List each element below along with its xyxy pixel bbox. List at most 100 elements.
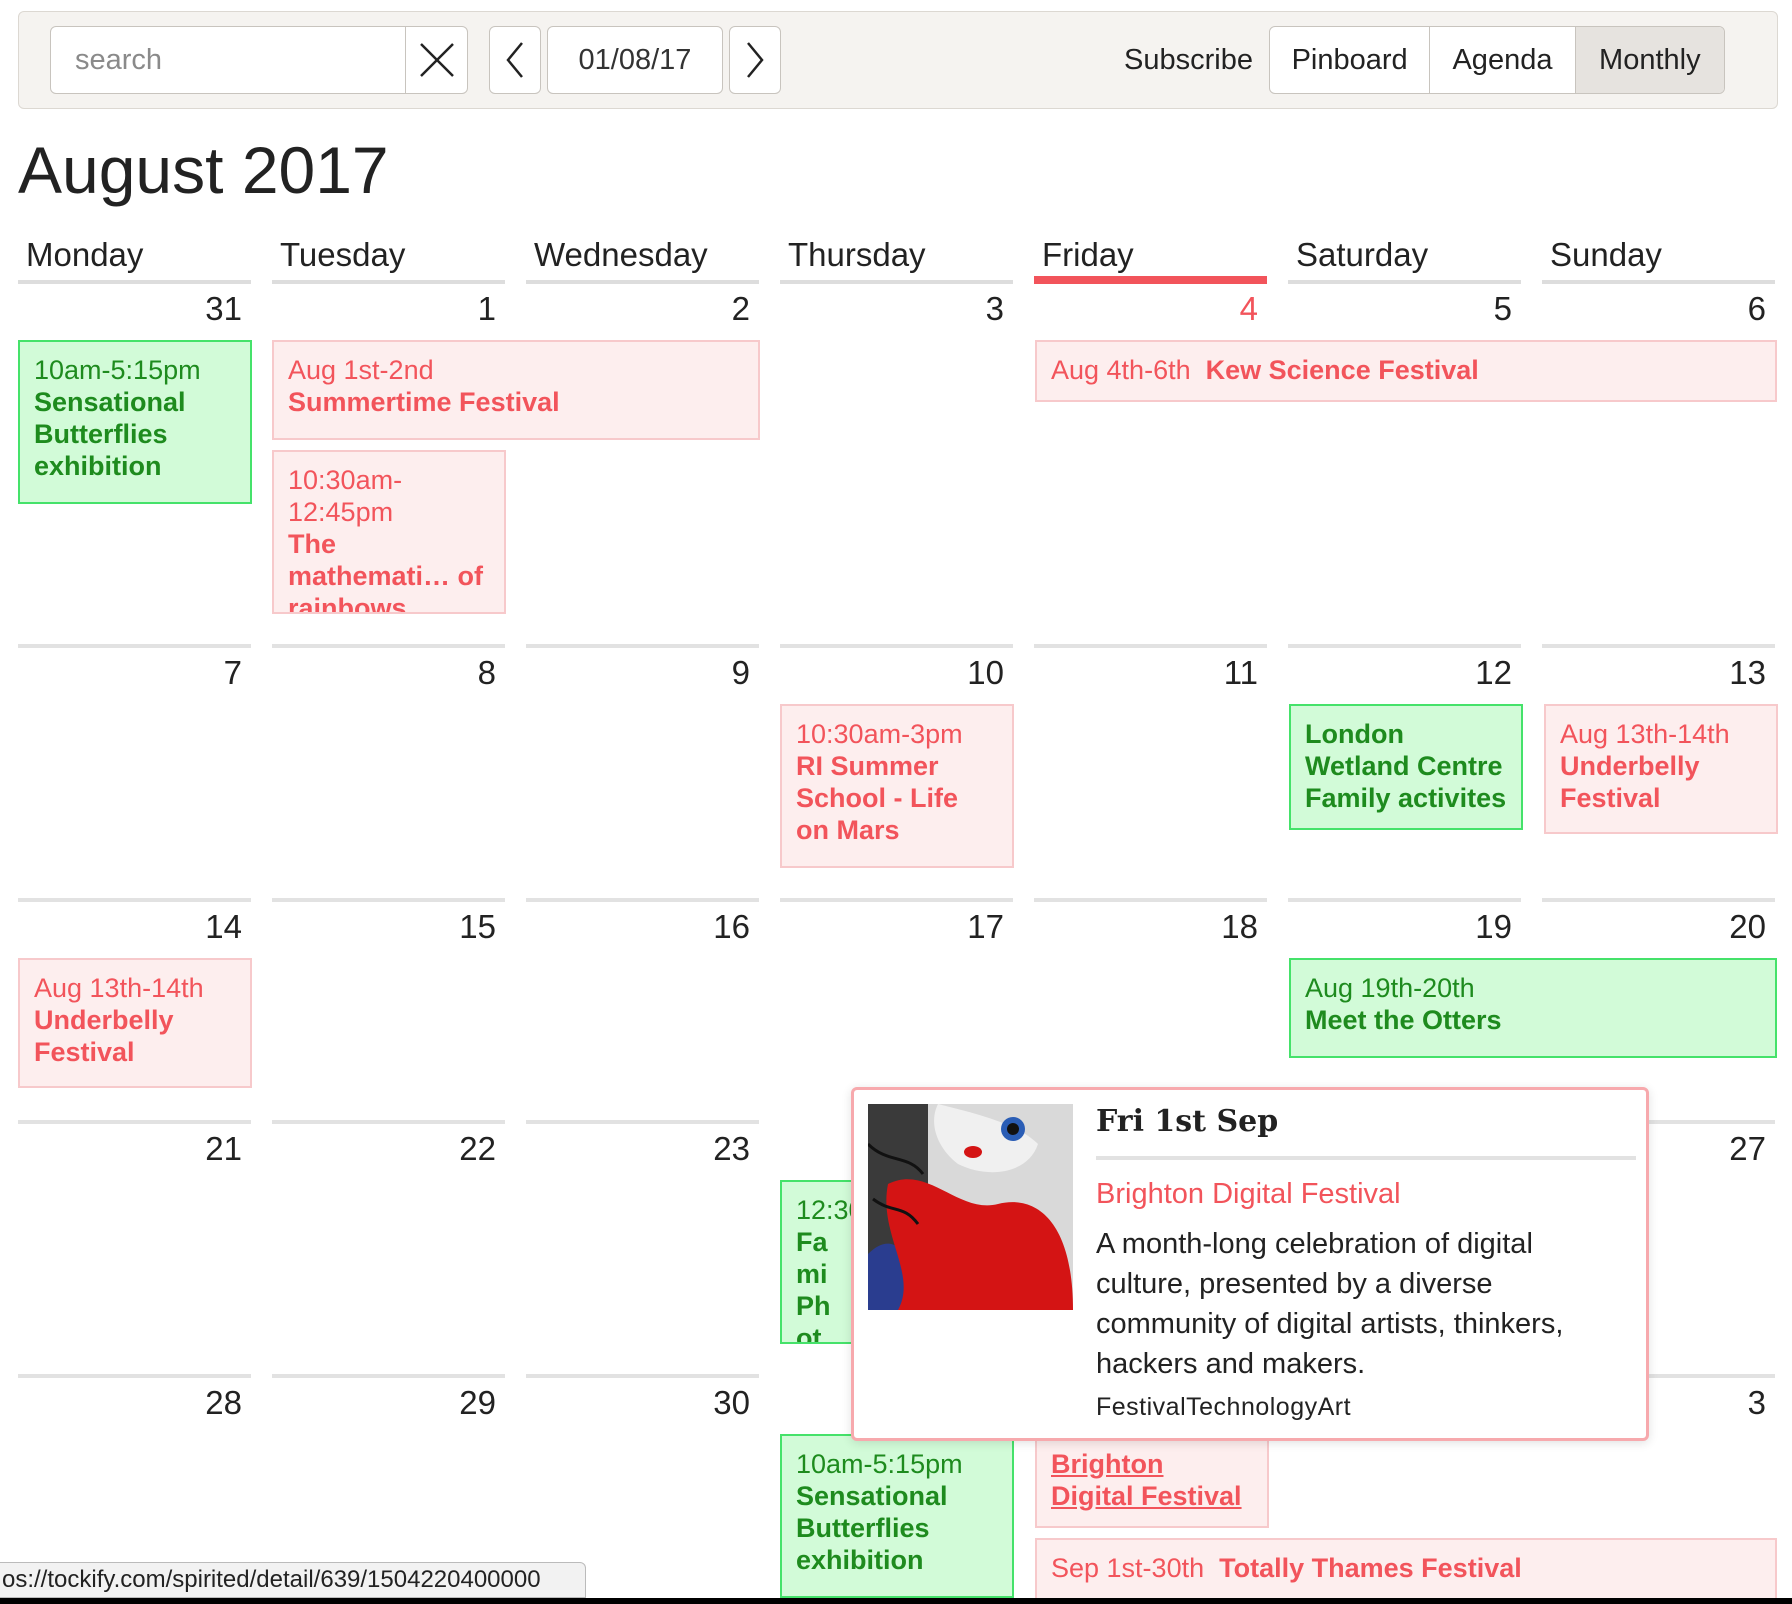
divider xyxy=(18,1120,251,1124)
date-cell-number: 22 xyxy=(459,1130,496,1167)
date-cell-number-today: 4 xyxy=(1239,290,1258,327)
date-cell-number: 9 xyxy=(731,654,750,691)
date-cell-number: 3 xyxy=(985,290,1004,327)
event-title: RI Summer School - Life on Mars xyxy=(796,751,958,845)
date-cell-number: 10 xyxy=(967,654,1004,691)
divider xyxy=(1096,1156,1636,1160)
divider xyxy=(1034,644,1267,648)
divider xyxy=(1034,898,1267,902)
event-card[interactable]: Brighton Digital Festival xyxy=(1035,1434,1269,1528)
event-card[interactable]: 10:30am-3pm RI Summer School - Life on M… xyxy=(780,704,1014,868)
divider xyxy=(526,898,759,902)
event-time: Sep 1st-30th xyxy=(1051,1553,1205,1583)
clear-search-button[interactable] xyxy=(405,27,467,93)
divider xyxy=(272,1374,505,1378)
calendar-toolbar: 01/08/17 Subscribe Pinboard Agenda Month… xyxy=(18,11,1778,109)
event-card[interactable]: Sep 1st-30th Totally Thames Festival xyxy=(1035,1538,1777,1600)
divider xyxy=(1542,898,1775,902)
popup-event-title[interactable]: Brighton Digital Festival xyxy=(1096,1178,1401,1211)
event-title: Kew Science Festival xyxy=(1205,355,1479,385)
view-agenda-button[interactable]: Agenda xyxy=(1430,27,1576,93)
divider xyxy=(272,644,505,648)
date-cell-number: 3 xyxy=(1747,1384,1766,1421)
date-cell-number: 5 xyxy=(1493,290,1512,327)
divider xyxy=(526,1374,759,1378)
subscribe-link[interactable]: Subscribe xyxy=(1124,40,1253,80)
event-title: Brighton Digital Festival xyxy=(1051,1449,1242,1511)
weekday-header-saturday: Saturday xyxy=(1288,228,1521,284)
weekday-header-monday: Monday xyxy=(18,228,251,284)
next-month-button[interactable] xyxy=(729,26,781,94)
date-picker[interactable]: 01/08/17 xyxy=(547,26,723,94)
window-bottom-edge xyxy=(0,1598,1792,1604)
date-cell-number: 12 xyxy=(1475,654,1512,691)
weekday-header-friday: Friday xyxy=(1034,228,1267,284)
divider xyxy=(526,1120,759,1124)
event-title: The mathemati… of rainbows xyxy=(288,529,484,614)
divider xyxy=(526,644,759,648)
divider xyxy=(18,644,251,648)
date-cell-number: 21 xyxy=(205,1130,242,1167)
event-card[interactable]: Aug 19th-20th Meet the Otters xyxy=(1289,958,1777,1058)
event-time: Aug 13th-14th xyxy=(1560,719,1730,749)
event-time: Aug 13th-14th xyxy=(34,973,204,1003)
date-cell-number: 16 xyxy=(713,908,750,945)
previous-month-button[interactable] xyxy=(489,26,541,94)
event-time: 10:30am-12:45pm xyxy=(288,465,403,527)
event-title: Summertime Festival xyxy=(288,387,560,417)
chevron-left-icon xyxy=(506,42,523,78)
view-pinboard-button[interactable]: Pinboard xyxy=(1270,27,1431,93)
event-card[interactable]: 10:30am-12:45pm The mathemati… of rainbo… xyxy=(272,450,506,614)
event-card[interactable]: Aug 1st-2nd Summertime Festival xyxy=(272,340,760,440)
weekday-header-thursday: Thursday xyxy=(780,228,1013,284)
date-cell-number: 27 xyxy=(1729,1130,1766,1167)
divider xyxy=(780,644,1013,648)
date-cell-number: 31 xyxy=(205,290,242,327)
event-card[interactable]: Aug 4th-6th Kew Science Festival xyxy=(1035,340,1777,402)
date-cell-number: 1 xyxy=(477,290,496,327)
date-cell-number: 13 xyxy=(1729,654,1766,691)
search-box xyxy=(50,26,468,94)
search-input[interactable] xyxy=(51,27,407,93)
event-time: 10am-5:15pm xyxy=(796,1449,963,1479)
event-title: Fami Phot Cour xyxy=(796,1227,831,1344)
browser-status-bar: os://tockify.com/spirited/detail/639/150… xyxy=(0,1562,586,1598)
view-monthly-button[interactable]: Monthly xyxy=(1575,27,1724,93)
date-cell-number: 15 xyxy=(459,908,496,945)
event-title: Underbelly Festival xyxy=(1560,751,1700,813)
date-cell-number: 29 xyxy=(459,1384,496,1421)
event-time: Aug 4th-6th xyxy=(1051,355,1191,385)
weekday-header-sunday: Sunday xyxy=(1542,228,1775,284)
event-title: Meet the Otters xyxy=(1305,1005,1502,1035)
date-cell-number: 30 xyxy=(713,1384,750,1421)
event-card[interactable]: 10am-5:15pm Sensational Butterflies exhi… xyxy=(780,1434,1014,1598)
event-title: Underbelly Festival xyxy=(34,1005,174,1067)
event-title: Sensational Butterflies exhibition xyxy=(34,387,186,481)
event-title: London Wetland Centre Family activites xyxy=(1305,719,1507,813)
date-cell-number: 18 xyxy=(1221,908,1258,945)
event-card[interactable]: Aug 13th-14th Underbelly Festival xyxy=(18,958,252,1088)
event-card[interactable]: London Wetland Centre Family activites xyxy=(1289,704,1523,830)
event-card[interactable]: 10am-5:15pm Sensational Butterflies exhi… xyxy=(18,340,252,504)
date-cell-number: 8 xyxy=(477,654,496,691)
weekday-header-tuesday: Tuesday xyxy=(272,228,505,284)
event-title: Totally Thames Festival xyxy=(1219,1553,1522,1583)
date-cell-number: 6 xyxy=(1747,290,1766,327)
date-cell-number: 2 xyxy=(731,290,750,327)
event-image xyxy=(868,1104,1073,1310)
event-time: 10am-5:15pm xyxy=(34,355,201,385)
divider xyxy=(780,898,1013,902)
date-cell-number: 17 xyxy=(967,908,1004,945)
divider xyxy=(272,898,505,902)
event-title: Sensational Butterflies exhibition xyxy=(796,1481,948,1575)
event-time: Aug 19th-20th xyxy=(1305,973,1475,1003)
date-cell-number: 11 xyxy=(1223,654,1258,691)
popup-tags: FestivalTechnologyArt xyxy=(1096,1393,1352,1421)
divider xyxy=(1542,644,1775,648)
date-value: 01/08/17 xyxy=(578,43,692,76)
event-card[interactable]: Aug 13th-14th Underbelly Festival xyxy=(1544,704,1778,834)
date-cell-number: 7 xyxy=(223,654,242,691)
divider xyxy=(18,898,251,902)
event-popup[interactable]: Fri 1st Sep Brighton Digital Festival A … xyxy=(851,1087,1649,1441)
weekday-header-wednesday: Wednesday xyxy=(526,228,759,284)
